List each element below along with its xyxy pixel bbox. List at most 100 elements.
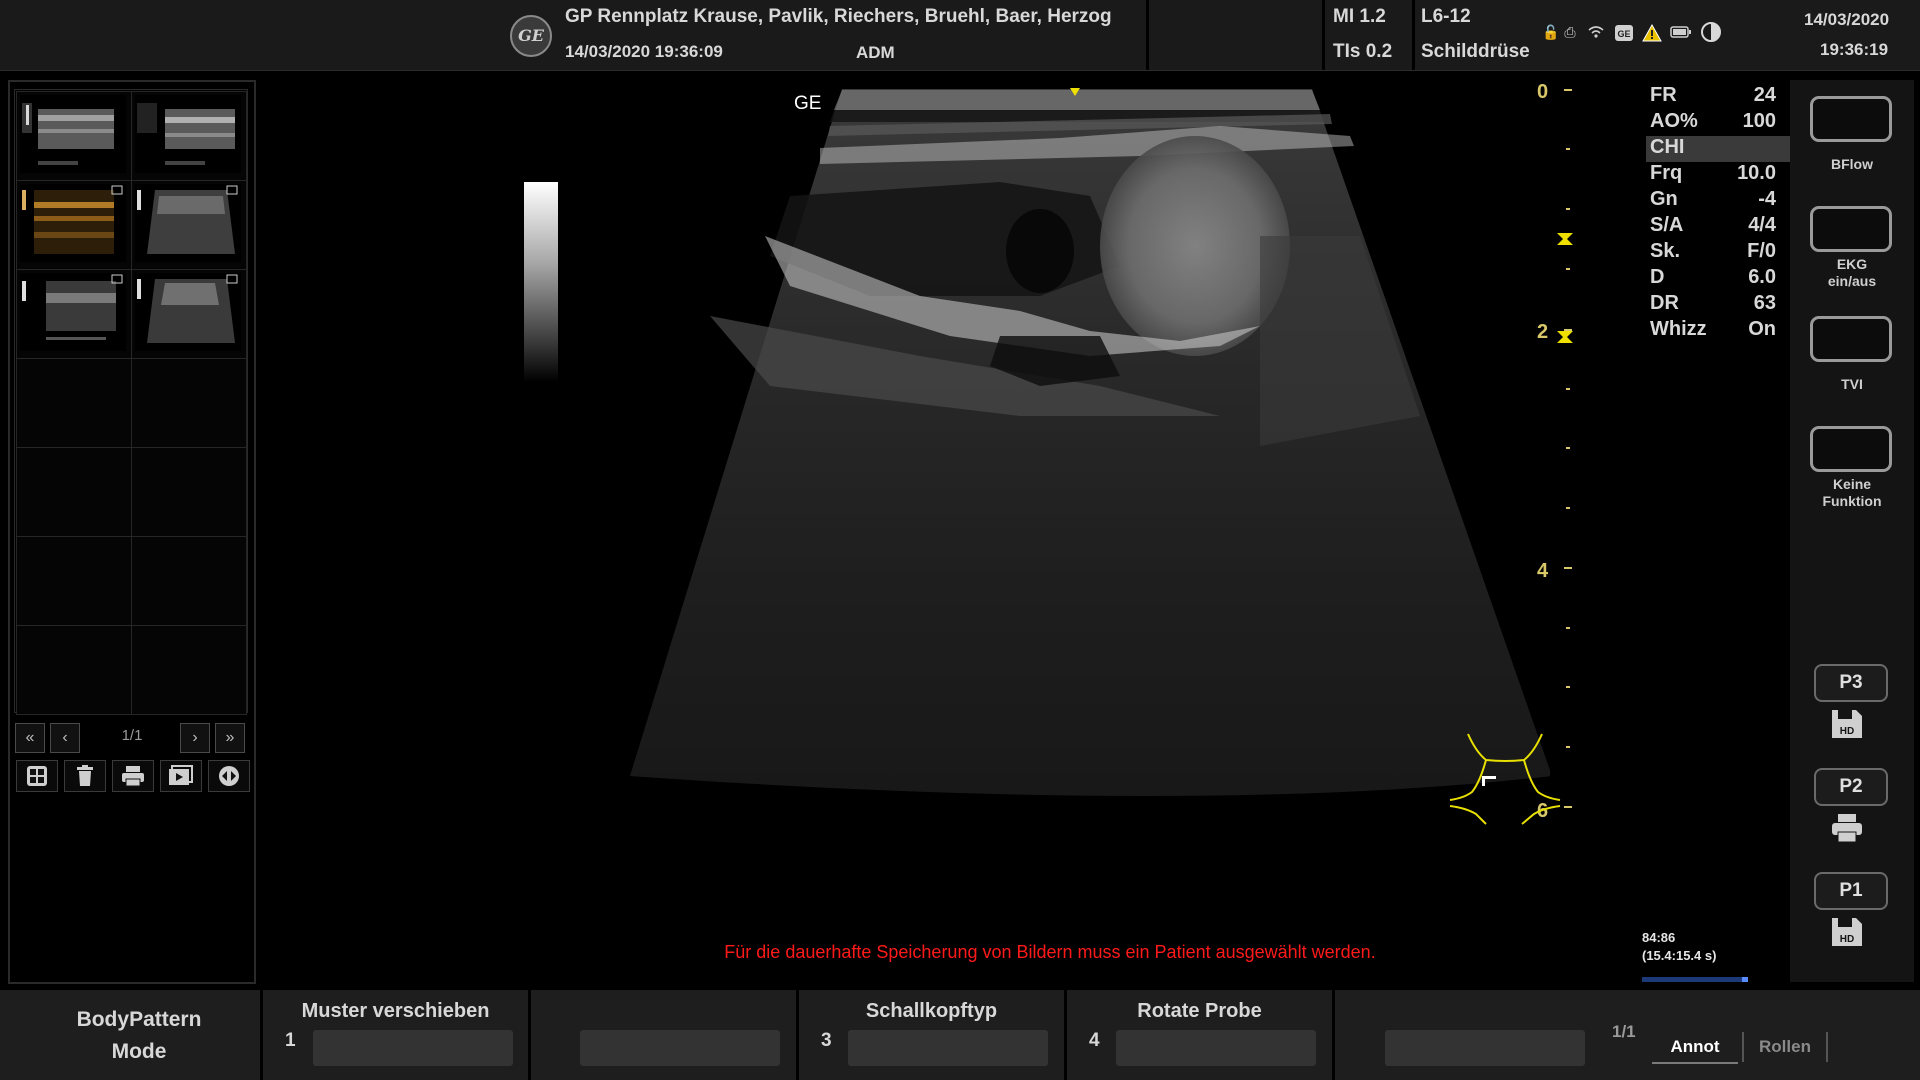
wifi-icon (1588, 24, 1604, 40)
depth-tick (1566, 148, 1570, 150)
move-pattern-label: Muster verschieben (301, 1000, 490, 1022)
move-pattern-control[interactable]: Muster verschieben 1 (263, 990, 531, 1080)
param-row: Whizz On (1650, 318, 1776, 340)
rotate-probe-control[interactable]: Rotate Probe 4 (1067, 990, 1335, 1080)
svg-text:HD: HD (1840, 934, 1854, 945)
rollen-tab[interactable]: Rollen (1742, 1032, 1828, 1062)
battery-icon (1670, 24, 1692, 40)
cine-progress-bar[interactable] (1642, 977, 1748, 982)
rotate-probe-label: Rotate Probe (1137, 1000, 1262, 1022)
institution-name: GP Rennplatz Krause, Pavlik, Riechers, B… (565, 6, 1112, 27)
rotate-probe-value[interactable] (1116, 1030, 1316, 1066)
param-row: S/A 4/4 (1650, 214, 1776, 236)
body-pattern-mode-button[interactable]: BodyPattern Mode (8, 990, 263, 1080)
printer-icon (1832, 814, 1862, 843)
thumbnail-empty (131, 625, 247, 715)
mechanical-index: MI 1.2 (1333, 6, 1386, 27)
network-icon: ⎙ (1564, 24, 1576, 40)
depth-tick (1566, 627, 1570, 629)
thumbnail[interactable] (16, 269, 132, 359)
thumbnail[interactable] (131, 91, 247, 181)
focus-marker-icon[interactable] (1556, 330, 1574, 344)
header-divider (1412, 0, 1415, 70)
depth-label: 2 (1537, 321, 1549, 343)
svg-text:GE: GE (1617, 29, 1630, 39)
no-function-label: Keine Funktion (1822, 476, 1882, 509)
param-row: Gn -4 (1650, 188, 1776, 210)
prev-page-button[interactable]: ‹ (50, 723, 80, 753)
thumbnail[interactable] (131, 180, 247, 270)
save-hd-icon: HD (1832, 918, 1862, 946)
warning-icon[interactable] (1642, 23, 1662, 42)
param-row-highlighted: CHI (1646, 136, 1790, 162)
depth-tick (1566, 746, 1570, 748)
depth-tick (1564, 89, 1572, 91)
depth-tick (1566, 388, 1570, 390)
tvi-button[interactable] (1810, 316, 1892, 362)
thumbnail-empty (16, 358, 132, 448)
thumbnail[interactable] (16, 180, 132, 270)
body-pattern-icon[interactable] (1446, 732, 1564, 830)
param-row: D 6.0 (1650, 266, 1776, 288)
operator-id: ADM (856, 43, 895, 62)
param-row: AO% 100 (1650, 110, 1776, 132)
ge-service-icon[interactable]: GE (1614, 24, 1634, 41)
top-status-bar: GE GP Rennplatz Krause, Pavlik, Riechers… (0, 0, 1920, 71)
bflow-button[interactable] (1810, 96, 1892, 142)
current-time: 19:36:19 (1820, 40, 1889, 59)
thumbnail-empty (131, 358, 247, 448)
next-page-button[interactable]: › (180, 723, 210, 753)
empty-control-value (580, 1030, 780, 1066)
lock-icon: 🔓 (1542, 24, 1560, 40)
grid-icon[interactable] (16, 760, 58, 792)
thumbnail-page-indicator: 1/1 (121, 727, 143, 744)
focus-marker-icon[interactable] (1556, 232, 1574, 246)
no-function-button[interactable] (1810, 426, 1892, 472)
depth-tick (1564, 567, 1572, 569)
video-icon[interactable] (160, 760, 202, 792)
depth-tick (1564, 806, 1572, 808)
depth-tick (1566, 268, 1570, 270)
thumbnail-empty (131, 447, 247, 537)
body-pattern-mode-label: BodyPattern Mode (76, 1008, 202, 1063)
header-divider (1322, 0, 1325, 70)
greyscale-bar (524, 182, 558, 382)
param-row: FR 24 (1650, 84, 1776, 106)
transfer-icon[interactable] (208, 760, 250, 792)
param-row: DR 63 (1650, 292, 1776, 314)
probe-type-value[interactable] (848, 1030, 1048, 1066)
thumbnail-empty (131, 536, 247, 626)
cine-frames: 84:86 (1642, 930, 1676, 945)
ultrasound-image[interactable] (620, 86, 1550, 816)
depth-tick (1566, 507, 1570, 509)
ekg-label: EKG ein/aus (1827, 256, 1877, 289)
control-number: 4 (1089, 1030, 1100, 1051)
move-pattern-value[interactable] (313, 1030, 513, 1066)
first-page-button[interactable]: « (15, 723, 45, 753)
p1-button[interactable]: P1 (1814, 872, 1888, 910)
thumbnail-empty (16, 625, 132, 715)
ekg-toggle-button[interactable] (1810, 206, 1892, 252)
control-number: 3 (821, 1030, 832, 1051)
svg-text:HD: HD (1840, 726, 1854, 737)
probe-type-control[interactable]: Schallkopftyp 3 (799, 990, 1067, 1080)
last-page-button[interactable]: » (215, 723, 245, 753)
thumbnail-empty (16, 447, 132, 537)
depth-tick (1566, 208, 1570, 210)
empty-control (531, 990, 799, 1080)
depth-tick (1566, 447, 1570, 449)
patient-warning-message: Für die dauerhafte Speicherung von Bilde… (724, 942, 1376, 962)
tvi-label: TVI (1841, 376, 1863, 392)
thumbnail[interactable] (16, 91, 132, 181)
thumbnail[interactable] (131, 269, 247, 359)
trash-icon[interactable] (64, 760, 106, 792)
preset-name: Schilddrüse (1421, 41, 1530, 62)
contrast-icon[interactable] (1700, 21, 1722, 42)
empty-control-value (1385, 1030, 1585, 1066)
printer-icon[interactable] (112, 760, 154, 792)
imaging-parameters: FR 24 AO% 100 CHI Frq 10.0 Gn -4 S/A 4/4 Sk. F… (1646, 84, 1790, 344)
depth-label: 0 (1537, 81, 1549, 103)
annot-tab[interactable]: Annot (1652, 1032, 1738, 1064)
p2-button[interactable]: P2 (1814, 768, 1888, 806)
p3-button[interactable]: P3 (1814, 664, 1888, 702)
